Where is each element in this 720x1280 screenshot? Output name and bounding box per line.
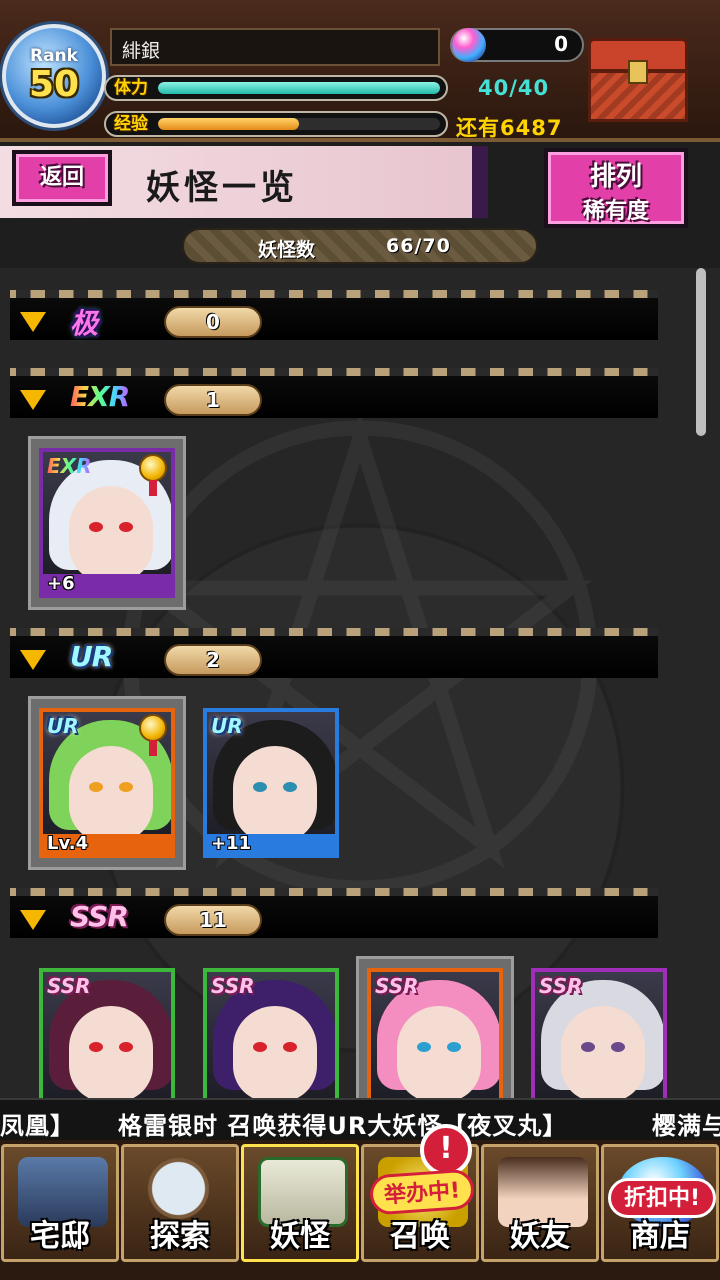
collapse-arrow-icon[interactable] xyxy=(20,650,46,670)
sort-button[interactable]: 排列 稀有度 xyxy=(544,148,688,228)
yokai-count: 妖怪数 66/70 xyxy=(182,228,538,264)
stamina-bar: 体力 xyxy=(104,75,448,101)
scrollbar[interactable] xyxy=(696,268,706,436)
yokai-card[interactable]: SSR xyxy=(39,968,175,1098)
card-eye-right xyxy=(611,1042,625,1052)
card-eye-left xyxy=(253,782,267,792)
card-rarity-tag: UR xyxy=(47,714,79,738)
exp-remaining: 还有6487 xyxy=(456,116,563,140)
card-eye-left xyxy=(89,522,103,532)
yokai-card[interactable]: SSR xyxy=(367,968,503,1098)
card-portrait-face xyxy=(561,1006,645,1098)
exp-label: 经验 xyxy=(114,114,148,134)
yokai-card[interactable]: SSR xyxy=(531,968,667,1098)
treasure-chest-icon[interactable] xyxy=(588,38,688,122)
category-count: 1 xyxy=(164,384,262,416)
category-count: 11 xyxy=(164,904,262,936)
card-eye-left xyxy=(89,782,103,792)
yokai-list[interactable]: 极 0 EXR 1 EXR +6 UR 2 UR Lv.4 UR +11 SSR 11… xyxy=(0,268,720,1098)
card-level-text: +11 xyxy=(211,833,252,854)
status-bar: Rank 50 緋銀 体力 经验 40/40 还有6487 0 xyxy=(0,0,720,142)
exp-bar: 经验 xyxy=(104,111,448,137)
collapse-arrow-icon[interactable] xyxy=(20,390,46,410)
nav-yokai[interactable]: 妖怪 xyxy=(241,1144,359,1262)
collapse-arrow-icon[interactable] xyxy=(20,312,46,332)
nav-label: 妖怪 xyxy=(270,1219,330,1254)
summon-alert-badge: ! xyxy=(420,1124,472,1176)
card-portrait-face xyxy=(397,1006,481,1098)
nav-explore[interactable]: 探索 xyxy=(121,1144,239,1262)
yokai-card[interactable]: EXR +6 xyxy=(39,448,175,598)
card-eye-right xyxy=(283,1042,297,1052)
rarity-label: 极 xyxy=(70,307,98,340)
card-eye-left xyxy=(581,1042,595,1052)
yokai-card[interactable]: SSR xyxy=(203,968,339,1098)
gem-counter[interactable]: 0 xyxy=(450,28,584,62)
yokai-card[interactable]: UR Lv.4 xyxy=(39,708,175,858)
stamina-label: 体力 xyxy=(114,78,148,98)
rarity-label: SSR xyxy=(70,900,129,933)
rarity-label: EXR xyxy=(70,380,130,413)
yokai-count-label: 妖怪数 xyxy=(258,239,316,261)
yokai-count-value: 66/70 xyxy=(386,235,451,257)
stamina-fill xyxy=(158,82,440,94)
card-portrait-face xyxy=(69,746,153,842)
summon-event-badge: 举办中! xyxy=(368,1168,476,1216)
card-eye-right xyxy=(119,782,133,792)
gem-value: 0 xyxy=(554,32,568,56)
card-rarity-tag: SSR xyxy=(375,974,419,998)
card-eye-right xyxy=(119,522,133,532)
shop-sale-badge: 折扣中! xyxy=(608,1178,716,1218)
card-portrait-face xyxy=(233,1006,317,1098)
ticker-message: 格雷银时 召唤获得UR大妖怪【夜叉丸】 xyxy=(118,1112,568,1140)
card-level-text: +6 xyxy=(47,573,75,594)
page-title: 妖怪一览 xyxy=(146,168,298,208)
card-eye-right xyxy=(447,1042,461,1052)
category-row-ssr[interactable]: SSR 11 xyxy=(10,888,658,938)
card-portrait-face xyxy=(69,1006,153,1098)
card-rarity-tag: SSR xyxy=(47,974,91,998)
sort-title: 排列 xyxy=(589,162,642,192)
exp-fill xyxy=(158,118,299,130)
card-portrait-face xyxy=(233,746,317,842)
card-portrait-face xyxy=(69,486,153,582)
nav-mansion[interactable]: 宅邸 xyxy=(1,1144,119,1262)
news-ticker: 凤凰】 格雷银时 召唤获得UR大妖怪【夜叉丸】 樱满与 xyxy=(0,1098,720,1140)
nav-label: 探索 xyxy=(150,1219,210,1254)
category-count: 0 xyxy=(164,306,262,338)
ticker-right-fragment: 樱满与 xyxy=(652,1112,720,1140)
yokai-card[interactable]: UR +11 xyxy=(203,708,339,858)
stamina-value: 40/40 xyxy=(478,76,550,100)
card-eye-right xyxy=(119,1042,133,1052)
rank-value: 50 xyxy=(28,64,80,105)
card-eye-left xyxy=(89,1042,103,1052)
rarity-label: UR xyxy=(70,640,113,673)
nav-label: 妖友 xyxy=(510,1219,570,1254)
player-name: 緋銀 xyxy=(110,28,440,66)
card-rarity-tag: SSR xyxy=(539,974,583,998)
gold-medal-icon xyxy=(139,454,167,496)
card-rarity-tag: UR xyxy=(211,714,243,738)
nav-label: 宅邸 xyxy=(30,1219,90,1254)
card-rarity-tag: EXR xyxy=(47,454,92,478)
rank-badge[interactable]: Rank 50 xyxy=(2,24,106,128)
category-count: 2 xyxy=(164,644,262,676)
nav-friends[interactable]: 妖友 xyxy=(481,1144,599,1262)
card-level-text: Lv.4 xyxy=(47,833,89,854)
gold-medal-icon xyxy=(139,714,167,756)
category-row-kyoku[interactable]: 极 0 xyxy=(10,290,658,340)
back-button[interactable]: 返回 xyxy=(12,150,112,206)
rank-label: Rank xyxy=(30,46,78,66)
card-eye-right xyxy=(283,782,297,792)
gem-icon xyxy=(452,28,486,62)
card-eye-left xyxy=(253,1042,267,1052)
category-row-exr[interactable]: EXR 1 xyxy=(10,368,658,418)
sort-value: 稀有度 xyxy=(582,199,649,224)
ticker-left-fragment: 凤凰】 xyxy=(0,1112,75,1140)
card-rarity-tag: SSR xyxy=(211,974,255,998)
collapse-arrow-icon[interactable] xyxy=(20,910,46,930)
nav-label: 召唤 xyxy=(390,1219,450,1254)
category-row-ur[interactable]: UR 2 xyxy=(10,628,658,678)
card-eye-left xyxy=(417,1042,431,1052)
